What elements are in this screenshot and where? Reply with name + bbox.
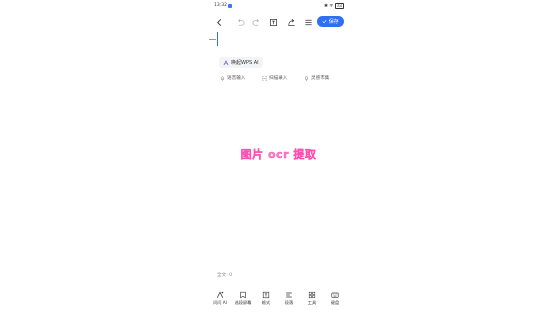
format-icon	[262, 291, 270, 299]
ask-ai-icon	[216, 291, 224, 298]
save-label: 保存	[328, 19, 339, 25]
word-count: 全文: 0	[217, 273, 233, 278]
overlay-caption: 图片 ocr 提取	[240, 148, 317, 161]
editor-guide-line	[209, 39, 216, 40]
wps-ai-button[interactable]: 唤起WPS AI	[219, 57, 263, 68]
voice-input-label: 语音输入	[227, 76, 246, 81]
undo-icon[interactable]	[234, 16, 246, 28]
bluetooth-wifi-icons: ✱ ᯤ	[324, 4, 334, 9]
keyboard-label: 键盘	[330, 300, 340, 305]
scan-input-label: 扫描录入	[269, 76, 288, 81]
select-screen-button[interactable]: 选段屏幕	[233, 291, 253, 306]
grid-icon	[308, 291, 316, 299]
scan-icon	[262, 75, 267, 81]
app-notification-icon	[228, 3, 232, 8]
paragraph-label: 段落	[284, 300, 294, 305]
bookmark-icon	[240, 291, 246, 299]
scan-input-button[interactable]: 扫描录入	[262, 75, 287, 81]
paragraph-button[interactable]: 段落	[279, 291, 299, 306]
paragraph-icon	[286, 292, 292, 298]
quick-actions: 语音输入 扫描录入 灵感市集	[220, 75, 345, 85]
top-toolbar: 保存	[207, 14, 350, 30]
keyboard-button[interactable]: 键盘	[325, 291, 345, 306]
voice-input-button[interactable]: 语音输入	[220, 75, 245, 81]
status-time: 13:32	[214, 3, 227, 8]
bottom-toolbar: 问问 AI 选段屏幕 格式 段落 工具 键盘	[207, 289, 350, 311]
inspiration-market-label: 灵感市集	[311, 76, 330, 81]
back-icon[interactable]	[213, 16, 225, 28]
check-icon	[322, 20, 327, 24]
microphone-icon	[220, 75, 225, 81]
keyboard-icon	[331, 292, 339, 298]
ask-ai-button[interactable]: 问问 AI	[210, 291, 230, 306]
save-button[interactable]: 保存	[317, 16, 344, 27]
tools-label: 工具	[307, 300, 317, 305]
inspiration-market-button[interactable]: 灵感市集	[304, 75, 329, 81]
battery-indicator: 84	[335, 3, 344, 9]
text-cursor	[217, 32, 218, 46]
format-label: 格式	[261, 300, 271, 305]
text-format-icon[interactable]	[267, 16, 279, 28]
redo-icon[interactable]	[250, 16, 262, 28]
wps-ai-icon	[223, 59, 229, 65]
ask-ai-label: 问问 AI	[213, 300, 227, 305]
tools-button[interactable]: 工具	[302, 291, 322, 306]
status-bar: 13:32 ✱ ᯤ 84	[207, 3, 350, 11]
format-button[interactable]: 格式	[256, 291, 276, 306]
select-screen-label: 选段屏幕	[234, 300, 252, 305]
menu-icon[interactable]	[302, 16, 314, 28]
status-right: ✱ ᯤ 84	[324, 3, 344, 9]
lightbulb-icon	[304, 75, 309, 80]
share-icon[interactable]	[285, 16, 297, 28]
wps-ai-label: 唤起WPS AI	[231, 60, 259, 66]
